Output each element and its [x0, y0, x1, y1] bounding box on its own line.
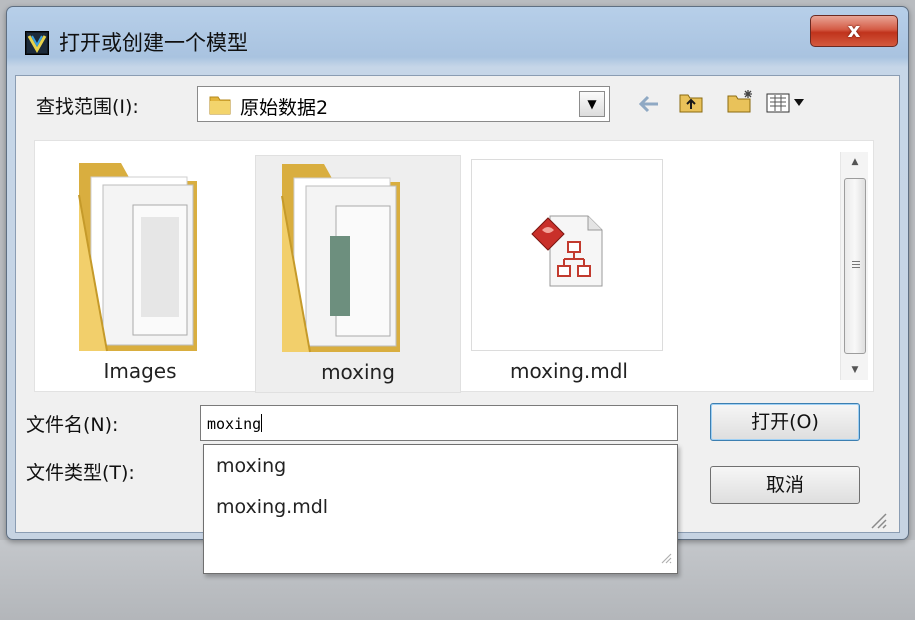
close-button[interactable]: x: [810, 15, 898, 47]
open-button[interactable]: 打开(O): [710, 403, 860, 441]
file-label: moxing.mdl: [510, 359, 628, 383]
filename-value: moxing: [207, 415, 262, 433]
list-item[interactable]: moxing: [255, 155, 461, 393]
list-item[interactable]: Images: [35, 141, 245, 393]
filename-input[interactable]: moxing: [200, 405, 678, 441]
cancel-button[interactable]: 取消: [710, 466, 860, 504]
autocomplete-item[interactable]: moxing.mdl: [216, 496, 328, 518]
file-list-view[interactable]: Images moxing moxing.mdl: [34, 140, 874, 393]
mdl-file-icon: [530, 212, 604, 294]
folder-icon: [73, 155, 203, 359]
folder-icon: [208, 92, 232, 120]
file-label: moxing: [321, 360, 395, 384]
filename-label: 文件名(N):: [26, 414, 119, 436]
window-title: 打开或创建一个模型: [59, 31, 248, 55]
scroll-down-icon[interactable]: ▼: [841, 360, 869, 380]
resize-grip-icon[interactable]: [659, 550, 673, 569]
filetype-label: 文件类型(T):: [26, 462, 135, 484]
list-item[interactable]: moxing.mdl: [471, 159, 667, 393]
folder-icon: [276, 156, 406, 360]
look-in-value: 原始数据2: [240, 97, 329, 119]
new-folder-icon[interactable]: [726, 88, 756, 118]
app-icon: [25, 31, 49, 55]
autocomplete-dropdown[interactable]: moxing moxing.mdl: [203, 444, 678, 574]
chevron-down-icon[interactable]: ▼: [579, 91, 605, 117]
vertical-scrollbar[interactable]: ▲ ▼: [840, 152, 868, 380]
scroll-thumb[interactable]: [844, 178, 866, 354]
look-in-combobox[interactable]: 原始数据2 ▼: [197, 86, 610, 122]
resize-grip-icon[interactable]: [866, 508, 888, 534]
autocomplete-item[interactable]: moxing: [216, 455, 286, 477]
grip-icon: [852, 261, 860, 270]
look-in-label: 查找范围(I):: [36, 96, 139, 118]
title-bar[interactable]: 打开或创建一个模型 x: [7, 7, 908, 75]
view-menu-icon[interactable]: [766, 92, 810, 118]
text-caret: [261, 414, 263, 432]
file-label: Images: [103, 359, 177, 383]
mdl-thumbnail-frame: [471, 159, 663, 351]
up-folder-icon[interactable]: [678, 90, 704, 118]
back-arrow-icon[interactable]: [638, 94, 660, 118]
scroll-up-icon[interactable]: ▲: [841, 152, 869, 172]
